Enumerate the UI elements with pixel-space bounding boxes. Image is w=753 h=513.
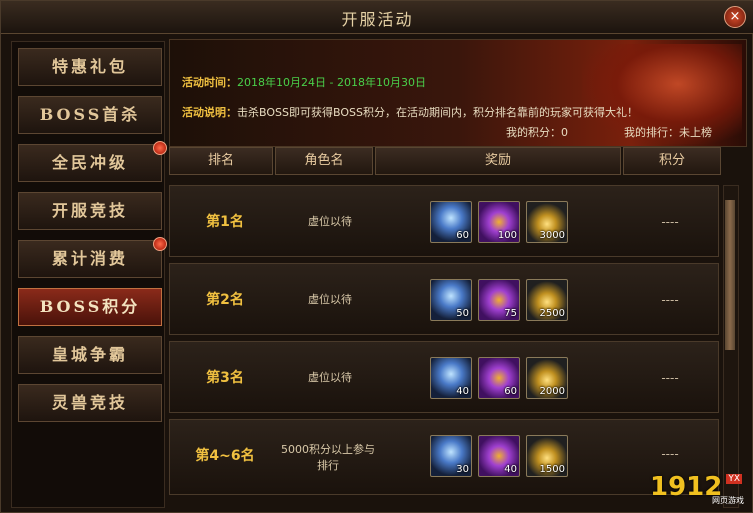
role-cell: 虚位以待 xyxy=(308,371,352,384)
table-row: 第4~6名 5000积分以上参与排行 30 40 1500 ---- xyxy=(169,419,719,495)
gold-ingot-icon[interactable]: 2500 xyxy=(526,279,568,321)
title-bar: 开服活动 × xyxy=(1,1,753,34)
sidebar-item-boss-points[interactable]: BOSS积分 xyxy=(18,288,162,326)
crystal-item-icon[interactable]: 30 xyxy=(430,435,472,477)
sidebar-item-server-arena[interactable]: 开服竞技 xyxy=(18,192,162,230)
scrollbar[interactable] xyxy=(723,185,739,508)
event-description: 活动说明：击杀BOSS即可获得BOSS积分，在活动期间内，积分排名靠前的玩家可获… xyxy=(182,106,638,119)
rank-cell: 第1名 xyxy=(206,214,244,230)
sidebar-item-pet-arena[interactable]: 灵兽竞技 xyxy=(18,384,162,422)
sidebar-item-castle-war[interactable]: 皇城争霸 xyxy=(18,336,162,374)
table-row: 第1名 虚位以待 60 100 3000 ---- xyxy=(169,185,719,257)
gold-ingot-icon[interactable]: 3000 xyxy=(526,201,568,243)
orb-item-icon[interactable]: 75 xyxy=(478,279,520,321)
my-rank: 我的排行：未上榜 xyxy=(624,126,712,139)
header-role: 角色名 xyxy=(275,147,373,175)
role-cell: 虚位以待 xyxy=(308,293,352,306)
site-logo: 1912 YX 网页游戏 xyxy=(650,472,744,505)
orb-item-icon[interactable]: 40 xyxy=(478,435,520,477)
role-cell: 虚位以待 xyxy=(308,215,352,228)
orb-item-icon[interactable]: 100 xyxy=(478,201,520,243)
crystal-item-icon[interactable]: 50 xyxy=(430,279,472,321)
close-button[interactable]: × xyxy=(724,6,746,28)
crystal-item-icon[interactable]: 60 xyxy=(430,201,472,243)
notification-dot xyxy=(153,237,167,251)
header-score: 积分 xyxy=(623,147,721,175)
gold-ingot-icon[interactable]: 1500 xyxy=(526,435,568,477)
score-cell: ---- xyxy=(661,293,679,307)
sidebar-item-level-race[interactable]: 全民冲级 xyxy=(18,141,167,182)
gold-ingot-icon[interactable]: 2000 xyxy=(526,357,568,399)
orb-item-icon[interactable]: 60 xyxy=(478,357,520,399)
rank-cell: 第3名 xyxy=(206,370,244,386)
sidebar-item-total-spend[interactable]: 累计消费 xyxy=(18,237,167,278)
my-score: 我的积分：0 xyxy=(506,126,568,139)
sidebar-item-discount-pack[interactable]: 特惠礼包 xyxy=(18,48,162,86)
table-row: 第2名 虚位以待 50 75 2500 ---- xyxy=(169,263,719,335)
score-cell: ---- xyxy=(661,371,679,385)
role-cell: 5000积分以上参与排行 xyxy=(281,443,375,472)
header-reward: 奖励 xyxy=(375,147,621,175)
crystal-item-icon[interactable]: 40 xyxy=(430,357,472,399)
rank-cell: 第4~6名 xyxy=(195,448,255,464)
activity-window: 开服活动 × 特惠礼包 BOSS首杀 全民冲级 开服竞技 累计消费 BOSS积分… xyxy=(0,0,753,513)
table-header: 排名 角色名 奖励 积分 xyxy=(169,147,745,175)
rank-cell: 第2名 xyxy=(206,292,244,308)
sidebar: 特惠礼包 BOSS首杀 全民冲级 开服竞技 累计消费 BOSS积分 皇城争霸 灵… xyxy=(11,41,167,508)
event-time: 活动时间：2018年10月24日 - 2018年10月30日 xyxy=(182,76,426,89)
window-title: 开服活动 xyxy=(341,10,414,29)
sidebar-item-boss-first-kill[interactable]: BOSS首杀 xyxy=(18,96,162,134)
header-rank: 排名 xyxy=(169,147,273,175)
score-cell: ---- xyxy=(661,215,679,229)
notification-dot xyxy=(153,141,167,155)
event-banner: 活动时间：2018年10月24日 - 2018年10月30日 活动说明：击杀BO… xyxy=(169,39,747,147)
scrollbar-thumb[interactable] xyxy=(725,200,735,350)
table-row: 第3名 虚位以待 40 60 2000 ---- xyxy=(169,341,719,413)
